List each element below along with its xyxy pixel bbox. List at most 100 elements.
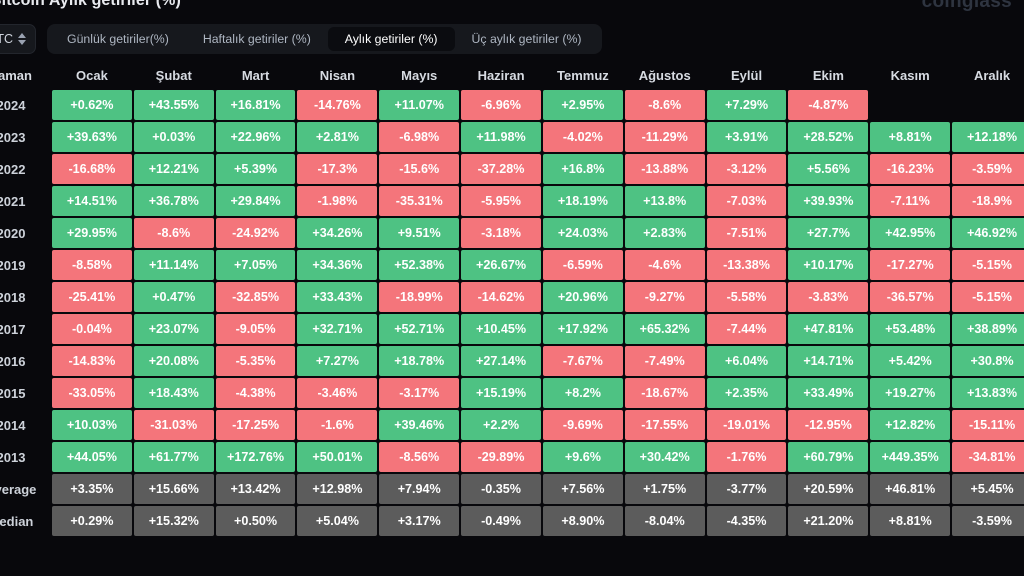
return-cell: +14.71% <box>788 346 869 376</box>
column-header-month: Temmuz <box>542 62 623 88</box>
return-cell: +1.75% <box>624 474 705 504</box>
return-cell: +0.47% <box>133 282 214 312</box>
return-cell: -5.35% <box>215 346 296 376</box>
return-cell: +13.42% <box>215 474 296 504</box>
return-cell: +47.81% <box>788 314 869 344</box>
return-cell: +5.04% <box>297 506 378 536</box>
return-cell: -8.56% <box>379 442 460 472</box>
return-cell: -33.05% <box>52 378 132 408</box>
row-label: 2021 <box>0 186 50 216</box>
return-cell: +15.66% <box>133 474 214 504</box>
symbol-selector[interactable]: BTC <box>0 24 36 54</box>
return-cell: +12.98% <box>297 474 378 504</box>
tab-monthly-returns[interactable]: Aylık getiriler (%) <box>327 27 455 51</box>
return-cell: +7.27% <box>297 346 378 376</box>
return-cell: -36.57% <box>870 282 951 312</box>
return-cell: +39.63% <box>52 122 132 152</box>
table-row: 2023 +39.63% +0.03% +22.96% +2.81% -6.98% +11.… <box>0 122 1024 152</box>
return-cell: +53.48% <box>870 314 951 344</box>
chevron-up-down-icon <box>18 33 26 45</box>
return-cell: -37.28% <box>461 154 541 184</box>
return-cell: +30.8% <box>952 346 1024 376</box>
return-cell: +29.95% <box>52 218 132 248</box>
return-cell: +10.45% <box>461 314 541 344</box>
returns-table-container: ZamanOcakŞubatMartNisanMayısHaziranTemmu… <box>0 60 1024 538</box>
return-cell: -11.29% <box>624 122 705 152</box>
return-cell: -16.23% <box>870 154 951 184</box>
returns-period-tabs: Günlük getiriler(%) Haftalık getiriler (… <box>47 24 602 54</box>
return-cell: +18.19% <box>542 186 623 216</box>
return-cell: +11.98% <box>461 122 541 152</box>
column-header-month: Eylül <box>706 62 787 88</box>
return-cell: +9.51% <box>379 218 460 248</box>
row-label: 2024 <box>0 90 50 120</box>
row-label: Average <box>0 474 50 504</box>
return-cell: -1.76% <box>706 442 787 472</box>
return-cell: +42.95% <box>870 218 951 248</box>
return-cell: -18.67% <box>624 378 705 408</box>
return-cell: -5.15% <box>952 250 1024 280</box>
return-cell: +8.81% <box>870 122 951 152</box>
return-cell: -7.49% <box>624 346 705 376</box>
return-cell: +34.26% <box>297 218 378 248</box>
column-header-month: Ekim <box>788 62 869 88</box>
return-cell: -0.35% <box>461 474 541 504</box>
row-label: 2023 <box>0 122 50 152</box>
return-cell: -17.55% <box>624 410 705 440</box>
return-cell: +5.56% <box>788 154 869 184</box>
tab-quarterly-returns[interactable]: Üç aylık getiriler (%) <box>455 27 599 51</box>
column-header-month: Mayıs <box>379 62 460 88</box>
column-header-month: Aralık <box>952 62 1024 88</box>
return-cell: +12.21% <box>133 154 214 184</box>
return-cell: +19.27% <box>870 378 951 408</box>
column-header-month: Ağustos <box>624 62 705 88</box>
return-cell: -25.41% <box>52 282 132 312</box>
return-cell: -3.83% <box>788 282 869 312</box>
return-cell: -14.83% <box>52 346 132 376</box>
return-cell: +39.46% <box>379 410 460 440</box>
return-cell: -14.76% <box>297 90 378 120</box>
row-label: 2017 <box>0 314 50 344</box>
return-cell: -3.46% <box>297 378 378 408</box>
return-cell: +18.78% <box>379 346 460 376</box>
return-cell: +172.76% <box>215 442 296 472</box>
return-cell: -5.15% <box>952 282 1024 312</box>
table-row: 2021 +14.51% +36.78% +29.84% -1.98% -35.31% -5… <box>0 186 1024 216</box>
return-cell: -18.9% <box>952 186 1024 216</box>
return-cell: +60.79% <box>788 442 869 472</box>
table-row: 2013 +44.05% +61.77% +172.76% +50.01% -8.56% -… <box>0 442 1024 472</box>
table-row: Average+3.35%+15.66%+13.42%+12.98%+7.94%… <box>0 474 1024 504</box>
page-title-text: Bitcoin Aylık getiriler (%) <box>0 0 181 9</box>
return-cell: +12.82% <box>870 410 951 440</box>
return-cell: -4.38% <box>215 378 296 408</box>
table-row: 2014 +10.03% -31.03% -17.25% -1.6% +39.46% +2.… <box>0 410 1024 440</box>
row-label: 2015 <box>0 378 50 408</box>
return-cell: +3.17% <box>379 506 460 536</box>
return-cell: -7.03% <box>706 186 787 216</box>
column-header-month: Nisan <box>297 62 378 88</box>
row-label: 2019 <box>0 250 50 280</box>
return-cell: +33.49% <box>788 378 869 408</box>
return-cell: +9.6% <box>542 442 623 472</box>
column-header-month: Mart <box>215 62 296 88</box>
return-cell: -3.12% <box>706 154 787 184</box>
return-cell: +449.35% <box>870 442 951 472</box>
return-cell: -4.02% <box>542 122 623 152</box>
return-cell: -6.96% <box>461 90 541 120</box>
return-cell: -0.04% <box>52 314 132 344</box>
column-header-month: Şubat <box>133 62 214 88</box>
tab-weekly-returns[interactable]: Haftalık getiriler (%) <box>186 27 328 51</box>
return-cell: -7.11% <box>870 186 951 216</box>
return-cell: +20.08% <box>133 346 214 376</box>
return-cell: -32.85% <box>215 282 296 312</box>
return-cell: +39.93% <box>788 186 869 216</box>
return-cell: -4.87% <box>788 90 869 120</box>
return-cell <box>870 90 951 120</box>
table-row: 2018 -25.41% +0.47% -32.85% +33.43% -18.99% -1… <box>0 282 1024 312</box>
return-cell: +23.07% <box>133 314 214 344</box>
table-row: 2020 +29.95% -8.6% -24.92% +34.26% +9.51% -3.1… <box>0 218 1024 248</box>
return-cell: +3.35% <box>52 474 132 504</box>
table-body: 2024 +0.62% +43.55% +16.81% -14.76% +11.07% -6… <box>0 90 1024 536</box>
tab-daily-returns[interactable]: Günlük getiriler(%) <box>50 27 186 51</box>
return-cell: -12.95% <box>788 410 869 440</box>
